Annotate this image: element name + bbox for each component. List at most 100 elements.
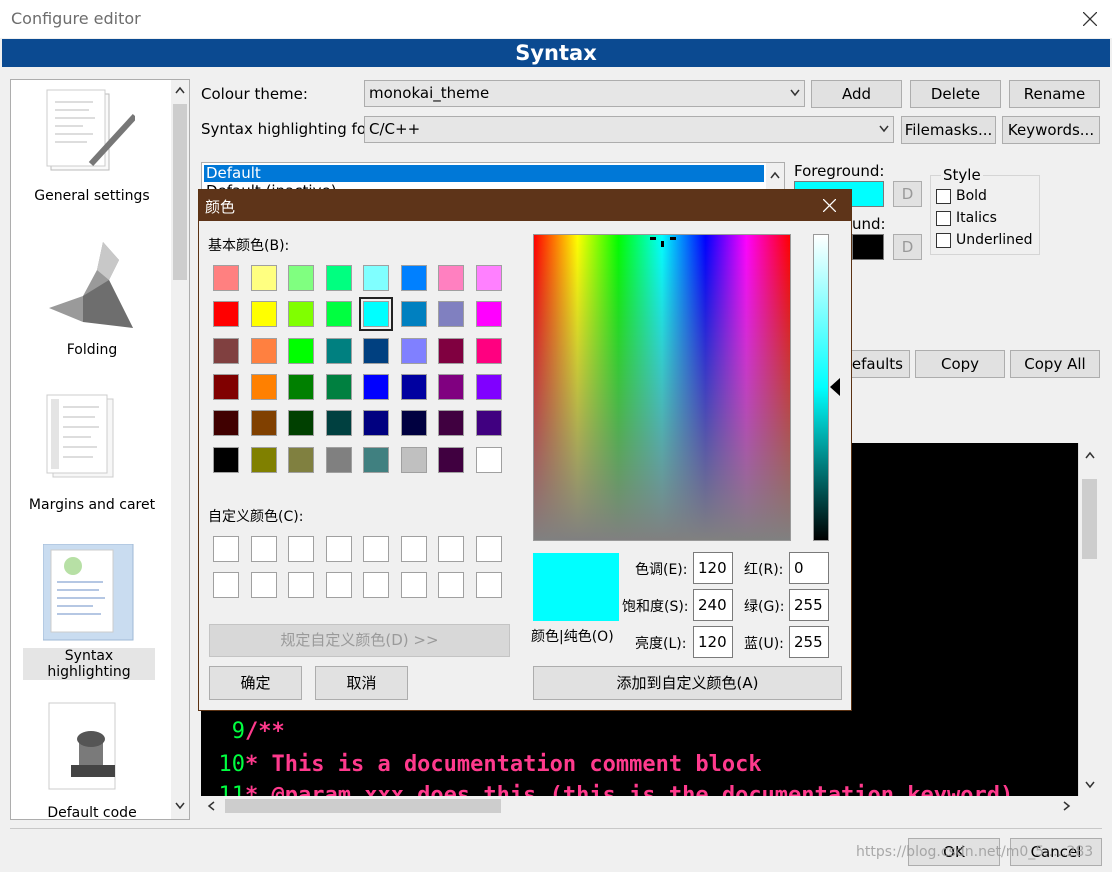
basic-color-swatch[interactable]: [438, 301, 464, 328]
basic-color-swatch[interactable]: [250, 301, 277, 328]
custom-color-swatch[interactable]: [438, 536, 464, 562]
custom-color-swatch[interactable]: [325, 572, 352, 598]
custom-color-swatch[interactable]: [363, 572, 389, 598]
colour-theme-select[interactable]: monokai_theme: [364, 80, 805, 107]
basic-color-swatch[interactable]: [363, 373, 389, 400]
saturation-input[interactable]: 240: [693, 589, 733, 621]
basic-color-swatch[interactable]: [438, 373, 464, 400]
basic-color-swatch[interactable]: [325, 337, 352, 364]
luminance-pointer-icon[interactable]: [830, 378, 841, 396]
basic-color-swatch[interactable]: [438, 410, 464, 437]
chevron-up-icon[interactable]: [1085, 451, 1095, 459]
scrollbar-thumb[interactable]: [225, 799, 501, 813]
basic-color-swatch[interactable]: [363, 265, 389, 291]
style-list[interactable]: Default Default (inactive): [201, 162, 785, 192]
syntax-language-select[interactable]: C/C++: [364, 116, 894, 143]
italics-checkbox[interactable]: [936, 211, 951, 226]
foreground-default-button[interactable]: D: [893, 181, 922, 207]
sidebar-item-folding[interactable]: Folding: [11, 232, 173, 382]
basic-color-swatch[interactable]: [359, 297, 393, 332]
add-to-custom-colors-button[interactable]: 添加到自定义颜色(A): [533, 666, 842, 700]
sidebar-scrollbar[interactable]: [171, 80, 189, 819]
basic-color-swatch[interactable]: [363, 446, 389, 473]
basic-color-swatch[interactable]: [475, 301, 502, 328]
basic-color-swatch[interactable]: [400, 337, 427, 364]
custom-color-swatch[interactable]: [288, 572, 314, 598]
basic-color-swatch[interactable]: [475, 373, 502, 400]
define-custom-colors-button[interactable]: 规定自定义颜色(D) >>: [209, 624, 510, 657]
background-color-swatch[interactable]: [852, 234, 884, 260]
custom-color-swatch[interactable]: [400, 536, 427, 562]
luminance-input[interactable]: 120: [693, 626, 733, 658]
basic-color-swatch[interactable]: [213, 410, 239, 437]
scrollbar-thumb[interactable]: [173, 104, 187, 280]
basic-color-swatch[interactable]: [438, 446, 464, 473]
basic-color-swatch[interactable]: [325, 373, 352, 400]
custom-color-swatch[interactable]: [213, 572, 239, 598]
sidebar-item-margins-and-caret[interactable]: Margins and caret: [11, 385, 173, 535]
basic-color-swatch[interactable]: [325, 446, 352, 473]
basic-color-swatch[interactable]: [288, 337, 314, 364]
custom-color-swatch[interactable]: [213, 536, 239, 562]
custom-color-swatch[interactable]: [438, 572, 464, 598]
luminance-slider[interactable]: [813, 234, 829, 541]
basic-color-swatch[interactable]: [400, 265, 427, 291]
basic-color-swatch[interactable]: [213, 373, 239, 400]
basic-color-swatch[interactable]: [400, 446, 427, 473]
chevron-right-icon[interactable]: [1063, 801, 1071, 811]
blue-input[interactable]: 255: [789, 626, 829, 658]
filemasks-button[interactable]: Filemasks...: [901, 116, 996, 144]
background-default-button[interactable]: D: [893, 234, 922, 260]
add-theme-button[interactable]: Add: [811, 80, 902, 108]
basic-color-swatch[interactable]: [250, 410, 277, 437]
color-spectrum[interactable]: [533, 234, 791, 541]
dialog-ok-button[interactable]: 确定: [209, 666, 302, 700]
red-input[interactable]: 0: [789, 552, 829, 584]
chevron-up-icon[interactable]: [770, 171, 780, 179]
list-item[interactable]: Default: [204, 165, 764, 182]
close-icon[interactable]: [1083, 12, 1097, 26]
custom-color-swatch[interactable]: [363, 536, 389, 562]
custom-color-swatch[interactable]: [475, 572, 502, 598]
custom-color-swatch[interactable]: [475, 536, 502, 562]
basic-color-swatch[interactable]: [400, 373, 427, 400]
chevron-down-icon[interactable]: [175, 802, 185, 810]
custom-color-swatch[interactable]: [250, 536, 277, 562]
basic-color-swatch[interactable]: [213, 265, 239, 291]
basic-color-swatch[interactable]: [213, 446, 239, 473]
custom-color-swatch[interactable]: [325, 536, 352, 562]
dialog-cancel-button[interactable]: 取消: [315, 666, 408, 700]
delete-theme-button[interactable]: Delete: [910, 80, 1001, 108]
custom-color-swatch[interactable]: [250, 572, 277, 598]
code-vertical-scrollbar[interactable]: [1078, 443, 1100, 796]
basic-color-swatch[interactable]: [400, 301, 427, 328]
basic-color-swatch[interactable]: [363, 410, 389, 437]
basic-color-swatch[interactable]: [475, 446, 502, 473]
basic-color-swatch[interactable]: [288, 410, 314, 437]
basic-color-swatch[interactable]: [288, 301, 314, 328]
custom-color-swatch[interactable]: [288, 536, 314, 562]
basic-color-swatch[interactable]: [475, 265, 502, 291]
bold-checkbox[interactable]: [936, 189, 951, 204]
basic-color-swatch[interactable]: [250, 446, 277, 473]
list-scrollbar[interactable]: [766, 163, 784, 191]
basic-color-swatch[interactable]: [250, 265, 277, 291]
keywords-button[interactable]: Keywords...: [1002, 116, 1100, 144]
chevron-up-icon[interactable]: [175, 86, 185, 94]
copy-button[interactable]: Copy: [915, 350, 1005, 378]
basic-color-swatch[interactable]: [325, 410, 352, 437]
copy-all-button[interactable]: Copy All: [1010, 350, 1100, 378]
basic-color-swatch[interactable]: [475, 337, 502, 364]
basic-color-swatch[interactable]: [250, 373, 277, 400]
basic-color-swatch[interactable]: [250, 337, 277, 364]
sidebar-item-default-code[interactable]: Default code: [11, 695, 173, 819]
basic-color-swatch[interactable]: [213, 337, 239, 364]
underlined-checkbox[interactable]: [936, 233, 951, 248]
basic-color-swatch[interactable]: [288, 373, 314, 400]
sidebar-item-general-settings[interactable]: General settings: [11, 80, 173, 230]
rename-theme-button[interactable]: Rename: [1009, 80, 1100, 108]
chevron-left-icon[interactable]: [207, 801, 215, 811]
chevron-down-icon[interactable]: [1085, 781, 1095, 789]
scrollbar-thumb[interactable]: [1082, 479, 1097, 559]
hue-input[interactable]: 120: [693, 552, 733, 584]
